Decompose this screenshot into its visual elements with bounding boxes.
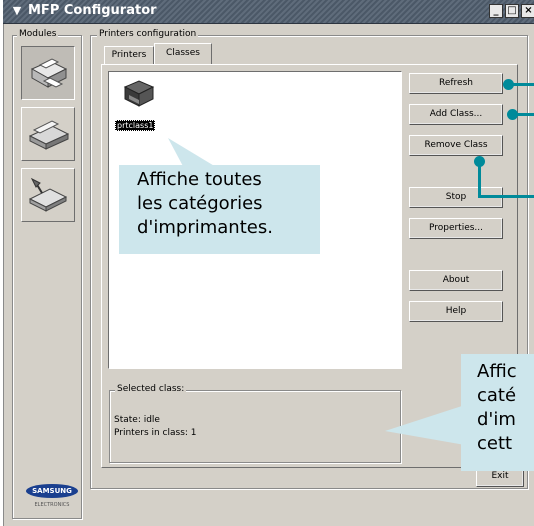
status-note-line-4: cett bbox=[477, 433, 513, 454]
printer-module-button[interactable] bbox=[21, 46, 75, 100]
scanner-module-button[interactable] bbox=[21, 107, 75, 161]
list-note-line-1: Affiche toutes bbox=[137, 169, 262, 190]
list-item[interactable]: prtclass1 bbox=[115, 73, 167, 133]
tab-classes[interactable]: Classes bbox=[154, 43, 212, 64]
maximize-button[interactable]: □ bbox=[505, 4, 519, 18]
remove-class-button[interactable]: Remove Class bbox=[409, 135, 503, 156]
status-note-line-1: Affic bbox=[477, 361, 517, 382]
selected-class-label: Selected class: bbox=[115, 384, 187, 394]
add-class-button[interactable]: Add Class... bbox=[409, 104, 503, 125]
minimize-button[interactable]: _ bbox=[489, 4, 503, 18]
status-note-line-2: caté bbox=[477, 385, 517, 406]
remove-class-pointer-hline bbox=[478, 195, 534, 198]
samsung-logo: SAMSUNG ELECTRONICS bbox=[22, 484, 82, 516]
selected-class-group bbox=[109, 390, 401, 463]
properties-button[interactable]: Properties... bbox=[409, 218, 503, 239]
tab-printers[interactable]: Printers bbox=[104, 46, 154, 64]
close-button[interactable]: × bbox=[521, 4, 534, 18]
remove-class-pointer-vline bbox=[478, 166, 481, 197]
refresh-pointer-line bbox=[513, 83, 534, 86]
class-name: prtclass1 bbox=[115, 120, 156, 131]
brand-sub: ELECTRONICS bbox=[34, 502, 70, 508]
printers-in-class: Printers in class: 1 bbox=[114, 428, 197, 438]
printer-module-icon bbox=[30, 58, 68, 88]
add-class-pointer-line bbox=[517, 113, 534, 116]
help-button[interactable]: Help bbox=[409, 301, 503, 322]
modules-label: Modules bbox=[17, 29, 59, 39]
window-menu-icon[interactable]: ▼ bbox=[10, 4, 24, 18]
list-note-line-3: d'imprimantes. bbox=[137, 217, 273, 238]
class-state: State: idle bbox=[114, 415, 160, 425]
window-title: MFP Configurator bbox=[28, 3, 157, 18]
refresh-button[interactable]: Refresh bbox=[409, 73, 503, 94]
port-module-icon bbox=[28, 177, 68, 212]
scanner-module-icon bbox=[28, 120, 70, 150]
list-note-line-2: les catégories bbox=[137, 193, 263, 214]
printer-class-icon bbox=[123, 80, 155, 107]
status-annotation: Affic caté d'im cett bbox=[461, 354, 534, 471]
list-annotation: Affiche toutes les catégories d'impriman… bbox=[119, 165, 320, 254]
brand-name: SAMSUNG bbox=[26, 484, 78, 498]
printers-configuration-label: Printers configuration bbox=[97, 29, 199, 39]
status-callout-pointer bbox=[385, 405, 465, 445]
about-button[interactable]: About bbox=[409, 270, 503, 291]
status-note-line-3: d'im bbox=[477, 409, 516, 430]
port-module-button[interactable] bbox=[21, 168, 75, 222]
